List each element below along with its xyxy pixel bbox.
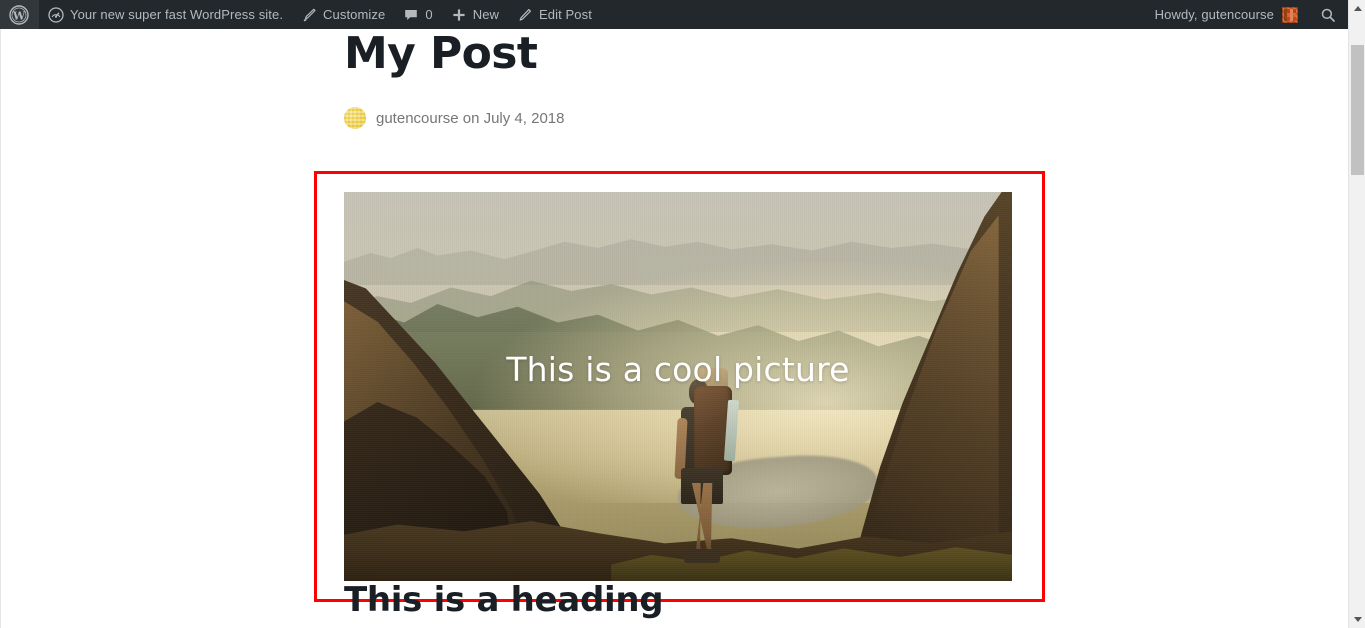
- search-button[interactable]: [1308, 0, 1348, 29]
- pencil-icon: [517, 7, 533, 23]
- edit-post-menu-item[interactable]: Edit Post: [508, 0, 601, 29]
- wordpress-logo-menu[interactable]: W: [0, 0, 39, 29]
- comments-menu-item[interactable]: 0: [394, 0, 441, 29]
- search-icon: [1320, 7, 1336, 23]
- selected-image-block[interactable]: This is a cool picture: [314, 171, 1045, 602]
- adminbar-spacer: [601, 0, 1146, 29]
- customize-menu-item[interactable]: Customize: [292, 0, 394, 29]
- site-content: My Post gutencourse on July 4, 2018 This…: [0, 29, 1348, 628]
- new-label: New: [472, 7, 500, 22]
- section-heading: This is a heading: [344, 580, 664, 620]
- scrollbar-thumb[interactable]: [1351, 45, 1364, 175]
- vertical-scrollbar[interactable]: [1348, 0, 1365, 628]
- wp-admin-bar: W Your new super fast WordPress site. Cu…: [0, 0, 1348, 29]
- user-avatar: [1282, 6, 1298, 23]
- wordpress-logo-icon: W: [9, 4, 29, 25]
- post-content-column: My Post gutencourse on July 4, 2018: [344, 29, 1012, 130]
- edit-post-label: Edit Post: [539, 7, 592, 22]
- site-name-label: Your new super fast WordPress site.: [70, 7, 284, 22]
- plus-icon: [451, 7, 467, 23]
- scroll-down-arrow-icon[interactable]: [1349, 611, 1365, 628]
- sidebar-item-site-name[interactable]: Your new super fast WordPress site.: [39, 0, 292, 29]
- comment-bubble-icon: [403, 7, 419, 23]
- mountain-landscape-photo: [344, 192, 1012, 581]
- page-title: My Post: [344, 29, 538, 79]
- post-byline: gutencourse on July 4, 2018: [344, 107, 1012, 130]
- svg-text:W: W: [12, 9, 26, 22]
- account-menu[interactable]: Howdy, gutencourse: [1146, 0, 1308, 29]
- new-content-menu-item[interactable]: New: [442, 0, 508, 29]
- hiker-boots: [684, 548, 720, 564]
- scroll-up-arrow-icon[interactable]: [1349, 0, 1365, 17]
- hiker-figure: [662, 367, 742, 564]
- paintbrush-icon: [301, 7, 317, 23]
- comment-count: 0: [425, 7, 433, 22]
- browser-viewport: W Your new super fast WordPress site. Cu…: [0, 0, 1365, 628]
- dashboard-icon: [48, 6, 64, 23]
- post-image[interactable]: This is a cool picture: [344, 192, 1012, 581]
- author-avatar: [344, 107, 366, 130]
- customize-label: Customize: [323, 7, 386, 22]
- byline-text: gutencourse on July 4, 2018: [376, 109, 565, 127]
- howdy-label: Howdy, gutencourse: [1154, 7, 1274, 22]
